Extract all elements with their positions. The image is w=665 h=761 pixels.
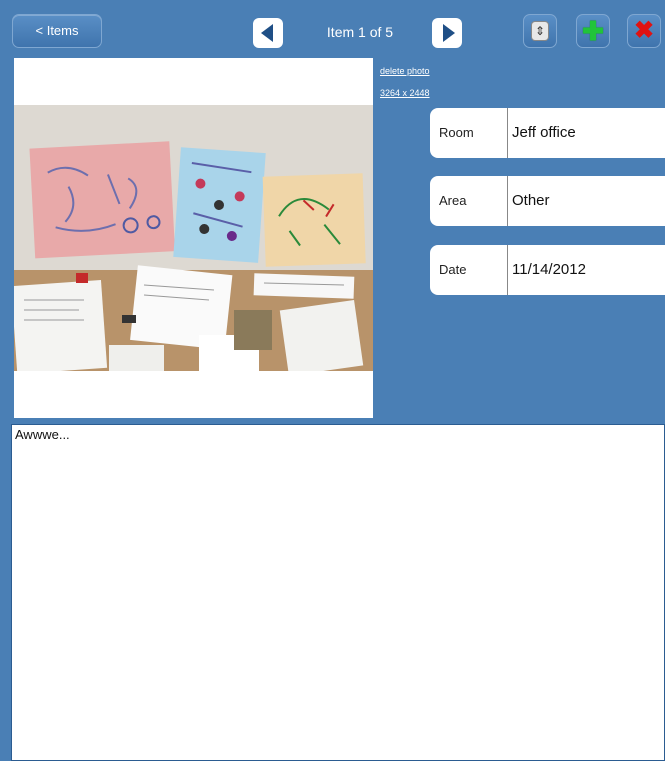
- sort-button[interactable]: ⇕: [523, 14, 557, 48]
- notes-textarea[interactable]: Awwwe...: [11, 424, 665, 761]
- arrow-right-icon: [442, 24, 455, 42]
- date-field[interactable]: Date 11/14/2012: [430, 245, 665, 295]
- x-icon: ✖: [633, 17, 655, 44]
- room-label: Room: [430, 108, 508, 158]
- toolbar: < Items Item 1 of 5 ⇕ ✚ ✖: [0, 0, 665, 60]
- room-value[interactable]: Jeff office: [508, 108, 665, 158]
- photo-frame[interactable]: [14, 58, 373, 418]
- next-item-button[interactable]: [432, 18, 462, 48]
- room-field[interactable]: Room Jeff office: [430, 108, 665, 158]
- back-to-items-button[interactable]: < Items: [12, 14, 102, 48]
- area-value[interactable]: Other: [508, 176, 665, 226]
- area-field[interactable]: Area Other: [430, 176, 665, 226]
- plus-icon: ✚: [582, 16, 604, 46]
- pink-drawing: [29, 141, 176, 259]
- date-value[interactable]: 11/14/2012: [508, 245, 665, 295]
- previous-item-button[interactable]: [253, 18, 283, 48]
- photo-dimensions-link[interactable]: 3264 x 2448: [380, 88, 430, 98]
- date-label: Date: [430, 245, 508, 295]
- item-photo: [14, 105, 373, 371]
- delete-item-button[interactable]: ✖: [627, 14, 661, 48]
- item-detail-screen: < Items Item 1 of 5 ⇕ ✚ ✖ delete photo 3…: [0, 0, 665, 761]
- area-label: Area: [430, 176, 508, 226]
- item-counter: Item 1 of 5: [326, 24, 394, 40]
- delete-photo-link[interactable]: delete photo: [380, 66, 430, 76]
- tan-drawing: [262, 173, 366, 267]
- add-item-button[interactable]: ✚: [576, 14, 610, 48]
- sort-icon: ⇕: [531, 21, 549, 41]
- arrow-left-icon: [260, 24, 273, 42]
- blue-drawing: [173, 147, 266, 263]
